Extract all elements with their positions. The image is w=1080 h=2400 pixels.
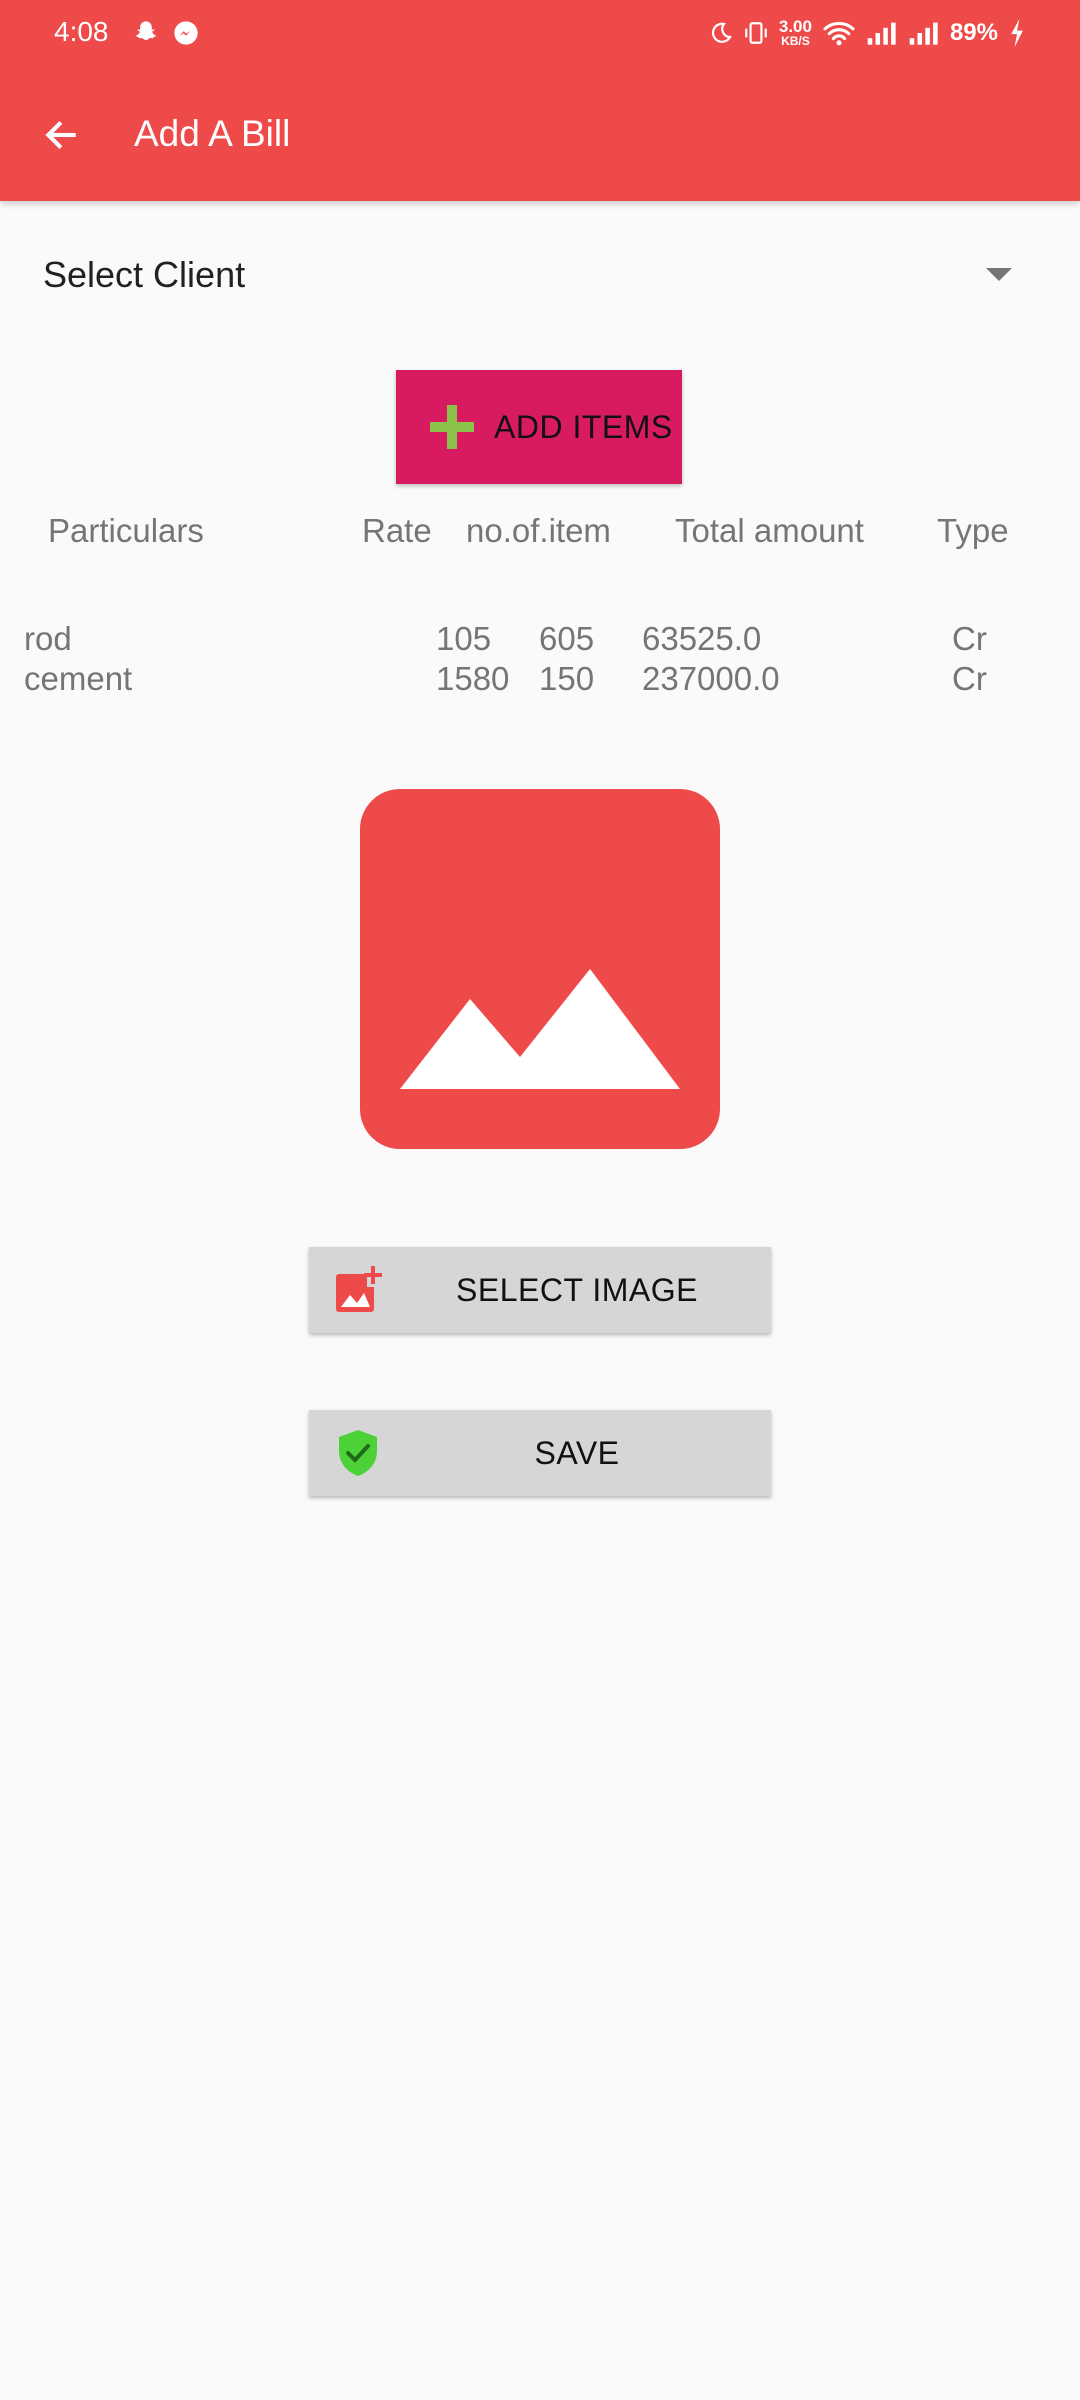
snapchat-icon [135, 21, 157, 40]
select-image-label: SELECT IMAGE [456, 1272, 698, 1308]
cell-particular: rod [24, 620, 72, 657]
header-particulars: Particulars [48, 512, 204, 549]
signal-icon-sim2 [909, 22, 938, 45]
header-item-count: no.of.item [466, 512, 611, 549]
cell-rate: 1580 [436, 660, 510, 697]
cell-item-count: 605 [539, 620, 595, 657]
vibrate-icon [745, 22, 767, 44]
cell-type: Cr [952, 620, 987, 657]
page-title: Add A Bill [134, 113, 291, 154]
client-select-label: Select Client [43, 254, 246, 295]
messenger-icon [174, 21, 198, 45]
bill-image-preview [360, 789, 720, 1149]
save-button[interactable]: SAVE [309, 1410, 771, 1496]
notification-icons [132, 16, 200, 50]
items-table-body: rod 105 605 63525.0 Cr cement 1580 150 2… [0, 620, 1080, 700]
network-speed: 3.00 KB/S [778, 17, 812, 48]
do-not-disturb-moon-icon [711, 22, 732, 43]
status-time: 4:08 [54, 16, 109, 47]
cell-rate: 105 [436, 620, 492, 657]
image-placeholder-icon [400, 969, 680, 1089]
network-speed-value: 3.00 [778, 17, 812, 36]
app-bar: 4:08 3.00 KB/S 89% Add A Bill [0, 0, 1080, 201]
add-photo-icon [336, 1265, 382, 1312]
arrow-back-icon [45, 121, 76, 149]
client-select-dropdown[interactable]: Select Client [0, 230, 1080, 320]
charging-bolt-icon [1011, 19, 1023, 47]
add-items-button[interactable]: ADD ITEMS [396, 370, 682, 484]
signal-icon-sim1 [867, 22, 896, 45]
verified-shield-icon [339, 1430, 377, 1476]
select-image-button[interactable]: SELECT IMAGE [309, 1247, 771, 1333]
header-rate: Rate [362, 512, 432, 549]
status-bar: 4:08 3.00 KB/S 89% [0, 0, 1080, 66]
items-table-header: Particulars Rate no.of.item Total amount… [0, 512, 1080, 556]
battery-percentage: 89% [949, 19, 998, 46]
header-total-amount: Total amount [675, 512, 864, 549]
toolbar: Add A Bill [0, 66, 1080, 201]
system-status-icons: 3.00 KB/S 89% [709, 14, 1026, 52]
save-label: SAVE [534, 1435, 620, 1471]
header-type: Type [937, 512, 1009, 549]
dropdown-arrow-icon [986, 268, 1012, 281]
cell-total-amount: 63525.0 [642, 620, 762, 657]
cell-type: Cr [952, 660, 987, 697]
wifi-icon [823, 21, 855, 46]
cell-item-count: 150 [539, 660, 595, 697]
table-row: cement 1580 150 237000.0 Cr [0, 660, 1080, 700]
table-row: rod 105 605 63525.0 Cr [0, 620, 1080, 660]
plus-icon [430, 405, 474, 449]
add-items-label: ADD ITEMS [494, 408, 673, 445]
cell-particular: cement [24, 660, 133, 697]
back-button[interactable] [30, 104, 92, 166]
cell-total-amount: 237000.0 [642, 660, 780, 697]
network-speed-unit: KB/S [781, 34, 810, 48]
